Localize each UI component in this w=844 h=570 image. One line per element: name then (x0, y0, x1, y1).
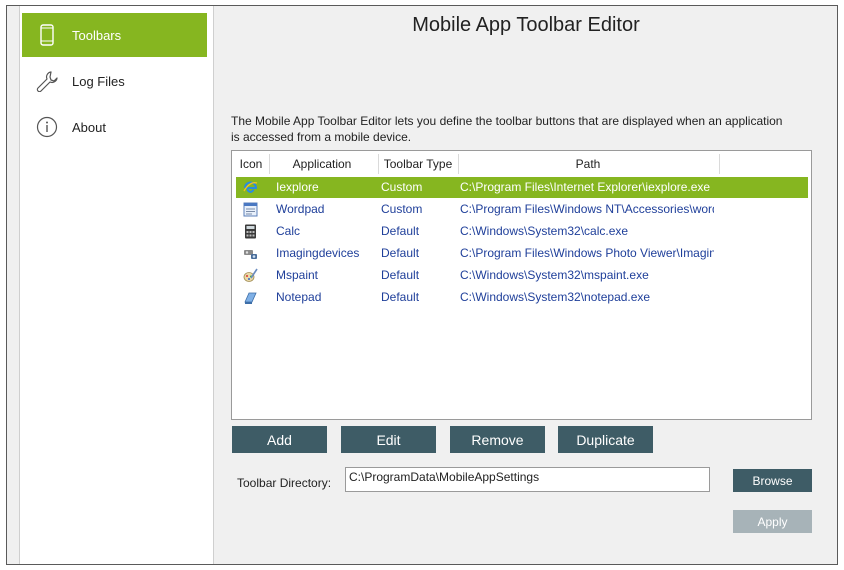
column-separator (719, 154, 720, 174)
description-text: The Mobile App Toolbar Editor lets you d… (231, 114, 783, 144)
column-separator (458, 154, 459, 174)
edit-button[interactable]: Edit (341, 426, 436, 453)
sidebar-item-label: Log Files (72, 73, 125, 89)
sidebar-item-toolbars[interactable]: Toolbars (22, 13, 207, 57)
cell-path: C:\Program Files\Windows NT\Accessories\… (460, 202, 714, 216)
table-row[interactable]: Notepad Default C:\Windows\System32\note… (236, 287, 808, 308)
cell-toolbar-type: Default (381, 290, 420, 304)
cell-toolbar-type: Custom (381, 180, 423, 194)
table-row[interactable]: Imagingdevices Default C:\Program Files\… (236, 243, 808, 264)
mspaint-icon (243, 268, 258, 283)
notepad-icon (243, 290, 258, 305)
column-header-application[interactable]: Application (272, 154, 372, 174)
add-button[interactable]: Add (232, 426, 327, 453)
imaging-icon (243, 246, 258, 261)
remove-button[interactable]: Remove (450, 426, 545, 453)
page-title: Mobile App Toolbar Editor (412, 14, 640, 36)
sidebar-item-label: About (72, 119, 106, 135)
table-row[interactable]: Wordpad Custom C:\Program Files\Windows … (236, 199, 808, 220)
wordpad-icon (243, 202, 258, 217)
cell-toolbar-type: Default (381, 268, 420, 282)
cell-application: Wordpad (276, 202, 325, 216)
sidebar-item-about[interactable]: About (22, 105, 207, 149)
column-separator (378, 154, 379, 174)
apply-button[interactable]: Apply (733, 510, 812, 533)
cell-path: C:\Windows\System32\mspaint.exe (460, 268, 649, 282)
sidebar-item-log-files[interactable]: Log Files (22, 59, 207, 103)
cell-toolbar-type: Default (381, 224, 420, 238)
table-row[interactable]: Iexplore Custom C:\Program Files\Interne… (236, 177, 808, 198)
sidebar-item-label: Toolbars (72, 27, 122, 43)
table-row[interactable]: Calc Default C:\Windows\System32\calc.ex… (236, 221, 808, 242)
ie-icon (243, 180, 258, 195)
browse-button[interactable]: Browse (733, 469, 812, 492)
app-window: Toolbars Log Files About Mobile App Tool… (6, 5, 838, 565)
calc-icon (243, 224, 258, 239)
sidebar: Toolbars Log Files About (19, 6, 214, 564)
cell-path: C:\Windows\System32\notepad.exe (460, 290, 651, 304)
cell-toolbar-type: Custom (381, 202, 423, 216)
phone-icon (36, 23, 58, 47)
table-row[interactable]: Mspaint Default C:\Windows\System32\mspa… (236, 265, 808, 286)
info-icon (36, 115, 58, 139)
cell-application: Notepad (276, 290, 322, 304)
column-header-toolbar-type[interactable]: Toolbar Type (380, 154, 456, 174)
cell-toolbar-type: Default (381, 246, 420, 260)
cell-path: C:\Program Files\Windows Photo Viewer\Im… (460, 246, 714, 260)
duplicate-button[interactable]: Duplicate (558, 426, 653, 453)
cell-application: Iexplore (276, 180, 319, 194)
cell-path: C:\Program Files\Internet Explorer\iexpl… (460, 180, 711, 194)
column-header-path[interactable]: Path (460, 154, 716, 174)
cell-application: Imagingdevices (276, 246, 360, 260)
cell-application: Calc (276, 224, 301, 238)
column-header-icon[interactable]: Icon (238, 154, 264, 174)
cell-application: Mspaint (276, 268, 319, 282)
toolbar-directory-input[interactable] (345, 467, 710, 492)
toolbar-directory-label: Toolbar Directory: (237, 476, 332, 490)
wrench-icon (36, 69, 58, 93)
column-separator (269, 154, 270, 174)
cell-path: C:\Windows\System32\calc.exe (460, 224, 629, 238)
application-list[interactable]: Icon Application Toolbar Type Path Iexpl… (231, 150, 812, 420)
